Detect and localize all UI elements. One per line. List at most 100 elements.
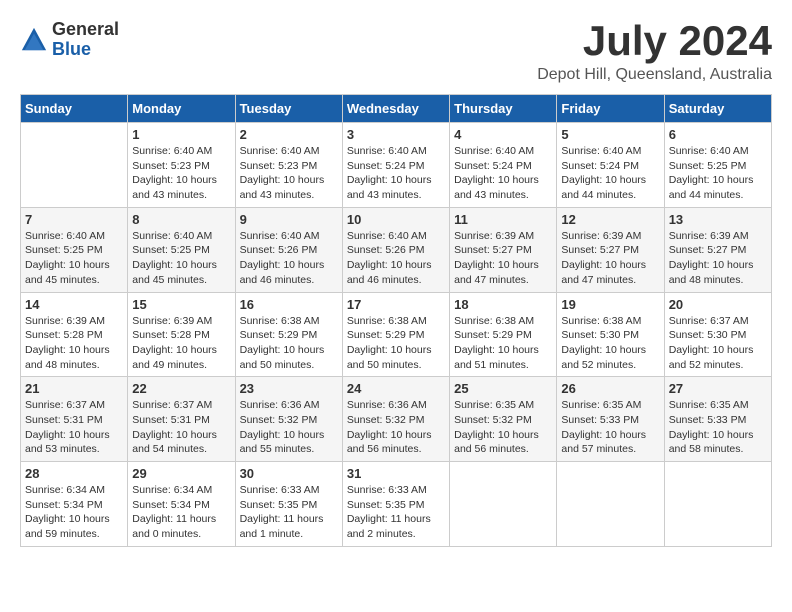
table-row: 4Sunrise: 6:40 AM Sunset: 5:24 PM Daylig…	[450, 123, 557, 208]
day-info: Sunrise: 6:40 AM Sunset: 5:26 PM Dayligh…	[347, 229, 445, 288]
day-info: Sunrise: 6:34 AM Sunset: 5:34 PM Dayligh…	[132, 483, 230, 542]
day-number: 7	[25, 212, 123, 227]
day-info: Sunrise: 6:36 AM Sunset: 5:32 PM Dayligh…	[240, 398, 338, 457]
table-row: 25Sunrise: 6:35 AM Sunset: 5:32 PM Dayli…	[450, 377, 557, 462]
day-info: Sunrise: 6:40 AM Sunset: 5:24 PM Dayligh…	[347, 144, 445, 203]
table-row: 11 Sunrise: 6:39 AM Sunset: 5:27 PM Dayli…	[450, 207, 557, 292]
table-row: 7 Sunrise: 6:40 AM Sunset: 5:25 PM Daylig…	[21, 207, 128, 292]
header-monday: Monday	[128, 95, 235, 123]
day-number: 23	[240, 381, 338, 396]
day-number: 13	[669, 212, 767, 227]
day-info: Sunrise: 6:34 AM Sunset: 5:34 PM Dayligh…	[25, 483, 123, 542]
day-info: Sunrise: 6:37 AM Sunset: 5:31 PM Dayligh…	[25, 398, 123, 457]
page-header: General Blue July 2024 Depot Hill, Queen…	[20, 20, 772, 84]
table-row: 10 Sunrise: 6:40 AM Sunset: 5:26 PM Dayli…	[342, 207, 449, 292]
table-row: 1 Sunrise: 6:40 AM Sunset: 5:23 PM Daylig…	[128, 123, 235, 208]
day-info: Sunrise: 6:39 AM Sunset: 5:27 PM Dayligh…	[454, 229, 552, 288]
day-number: 31	[347, 466, 445, 481]
title-area: July 2024 Depot Hill, Queensland, Austra…	[537, 20, 772, 84]
day-number: 2	[240, 127, 338, 142]
table-row: 29 Sunrise: 6:34 AM Sunset: 5:34 PM Dayli…	[128, 462, 235, 547]
day-number: 9	[240, 212, 338, 227]
table-row: 19Sunrise: 6:38 AM Sunset: 5:30 PM Dayli…	[557, 292, 664, 377]
day-info: Sunrise: 6:40 AM Sunset: 5:25 PM Dayligh…	[669, 144, 767, 203]
table-row: 22 Sunrise: 6:37 AM Sunset: 5:31 PM Dayli…	[128, 377, 235, 462]
day-info: Sunrise: 6:38 AM Sunset: 5:29 PM Dayligh…	[454, 314, 552, 373]
day-info: Sunrise: 6:40 AM Sunset: 5:24 PM Dayligh…	[454, 144, 552, 203]
day-info: Sunrise: 6:35 AM Sunset: 5:33 PM Dayligh…	[561, 398, 659, 457]
location-subtitle: Depot Hill, Queensland, Australia	[537, 66, 772, 84]
day-info: Sunrise: 6:39 AM Sunset: 5:28 PM Dayligh…	[25, 314, 123, 373]
calendar-week-row: 28 Sunrise: 6:34 AM Sunset: 5:34 PM Dayli…	[21, 462, 772, 547]
day-number: 11	[454, 212, 552, 227]
day-number: 14	[25, 297, 123, 312]
day-number: 28	[25, 466, 123, 481]
day-info: Sunrise: 6:39 AM Sunset: 5:27 PM Dayligh…	[561, 229, 659, 288]
table-row: 14 Sunrise: 6:39 AM Sunset: 5:28 PM Dayli…	[21, 292, 128, 377]
day-number: 27	[669, 381, 767, 396]
table-row	[557, 462, 664, 547]
table-row: 26 Sunrise: 6:35 AM Sunset: 5:33 PM Dayli…	[557, 377, 664, 462]
calendar-week-row: 21 Sunrise: 6:37 AM Sunset: 5:31 PM Dayli…	[21, 377, 772, 462]
day-info: Sunrise: 6:40 AM Sunset: 5:25 PM Dayligh…	[132, 229, 230, 288]
day-info: Sunrise: 6:33 AM Sunset: 5:35 PM Dayligh…	[347, 483, 445, 542]
table-row	[21, 123, 128, 208]
table-row: 5Sunrise: 6:40 AM Sunset: 5:24 PM Daylig…	[557, 123, 664, 208]
header-thursday: Thursday	[450, 95, 557, 123]
day-number: 5	[561, 127, 659, 142]
table-row: 24Sunrise: 6:36 AM Sunset: 5:32 PM Dayli…	[342, 377, 449, 462]
logo-general-text: General	[52, 20, 119, 40]
logo: General Blue	[20, 20, 119, 60]
day-info: Sunrise: 6:35 AM Sunset: 5:33 PM Dayligh…	[669, 398, 767, 457]
calendar-table: Sunday Monday Tuesday Wednesday Thursday…	[20, 94, 772, 547]
table-row: 15Sunrise: 6:39 AM Sunset: 5:28 PM Dayli…	[128, 292, 235, 377]
day-number: 10	[347, 212, 445, 227]
table-row: 18Sunrise: 6:38 AM Sunset: 5:29 PM Dayli…	[450, 292, 557, 377]
table-row: 13 Sunrise: 6:39 AM Sunset: 5:27 PM Dayli…	[664, 207, 771, 292]
table-row: 30 Sunrise: 6:33 AM Sunset: 5:35 PM Dayli…	[235, 462, 342, 547]
day-number: 3	[347, 127, 445, 142]
day-info: Sunrise: 6:36 AM Sunset: 5:32 PM Dayligh…	[347, 398, 445, 457]
header-wednesday: Wednesday	[342, 95, 449, 123]
day-number: 30	[240, 466, 338, 481]
day-info: Sunrise: 6:40 AM Sunset: 5:23 PM Dayligh…	[132, 144, 230, 203]
table-row: 17Sunrise: 6:38 AM Sunset: 5:29 PM Dayli…	[342, 292, 449, 377]
day-number: 26	[561, 381, 659, 396]
day-info: Sunrise: 6:39 AM Sunset: 5:28 PM Dayligh…	[132, 314, 230, 373]
table-row: 3 Sunrise: 6:40 AM Sunset: 5:24 PM Daylig…	[342, 123, 449, 208]
table-row: 20 Sunrise: 6:37 AM Sunset: 5:30 PM Dayli…	[664, 292, 771, 377]
calendar-week-row: 1 Sunrise: 6:40 AM Sunset: 5:23 PM Daylig…	[21, 123, 772, 208]
day-info: Sunrise: 6:33 AM Sunset: 5:35 PM Dayligh…	[240, 483, 338, 542]
day-number: 21	[25, 381, 123, 396]
day-number: 22	[132, 381, 230, 396]
table-row	[664, 462, 771, 547]
table-row	[450, 462, 557, 547]
day-number: 29	[132, 466, 230, 481]
day-info: Sunrise: 6:39 AM Sunset: 5:27 PM Dayligh…	[669, 229, 767, 288]
day-info: Sunrise: 6:37 AM Sunset: 5:31 PM Dayligh…	[132, 398, 230, 457]
table-row: 31 Sunrise: 6:33 AM Sunset: 5:35 PM Dayli…	[342, 462, 449, 547]
day-info: Sunrise: 6:38 AM Sunset: 5:29 PM Dayligh…	[240, 314, 338, 373]
header-sunday: Sunday	[21, 95, 128, 123]
day-number: 1	[132, 127, 230, 142]
day-info: Sunrise: 6:40 AM Sunset: 5:25 PM Dayligh…	[25, 229, 123, 288]
calendar-week-row: 14 Sunrise: 6:39 AM Sunset: 5:28 PM Dayli…	[21, 292, 772, 377]
day-number: 25	[454, 381, 552, 396]
header-tuesday: Tuesday	[235, 95, 342, 123]
table-row: 21 Sunrise: 6:37 AM Sunset: 5:31 PM Dayli…	[21, 377, 128, 462]
day-number: 20	[669, 297, 767, 312]
calendar-header-row: Sunday Monday Tuesday Wednesday Thursday…	[21, 95, 772, 123]
table-row: 2 Sunrise: 6:40 AM Sunset: 5:23 PM Daylig…	[235, 123, 342, 208]
logo-icon	[20, 26, 48, 54]
logo-text: General Blue	[52, 20, 119, 60]
day-number: 6	[669, 127, 767, 142]
day-info: Sunrise: 6:40 AM Sunset: 5:23 PM Dayligh…	[240, 144, 338, 203]
day-number: 17	[347, 297, 445, 312]
table-row: 16Sunrise: 6:38 AM Sunset: 5:29 PM Dayli…	[235, 292, 342, 377]
logo-blue-text: Blue	[52, 40, 119, 60]
day-number: 8	[132, 212, 230, 227]
table-row: 8 Sunrise: 6:40 AM Sunset: 5:25 PM Daylig…	[128, 207, 235, 292]
day-info: Sunrise: 6:38 AM Sunset: 5:30 PM Dayligh…	[561, 314, 659, 373]
day-info: Sunrise: 6:40 AM Sunset: 5:26 PM Dayligh…	[240, 229, 338, 288]
day-info: Sunrise: 6:37 AM Sunset: 5:30 PM Dayligh…	[669, 314, 767, 373]
